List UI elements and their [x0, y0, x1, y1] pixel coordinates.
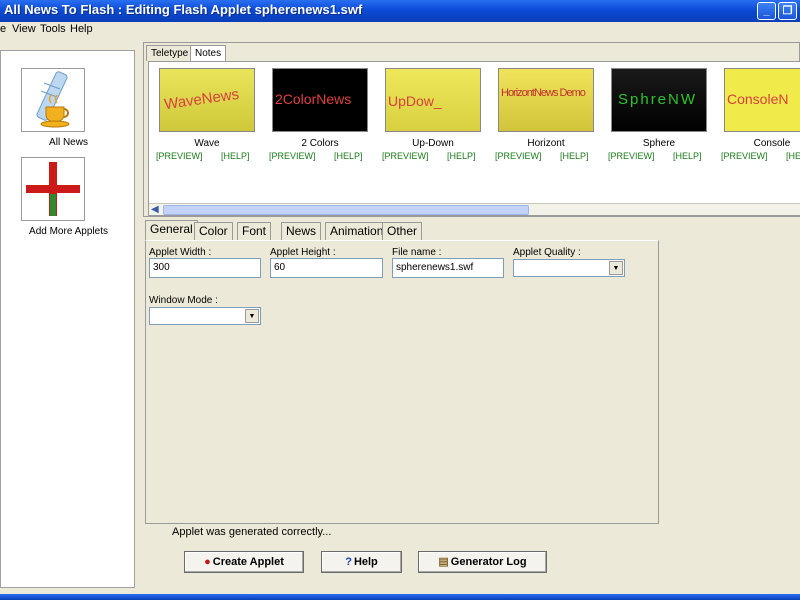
help-link[interactable]: [HELP]: [560, 151, 589, 161]
applet-width-input[interactable]: 300: [149, 258, 261, 278]
sidebar-item-add-more-applets[interactable]: [21, 157, 85, 221]
create-applet-label: Create Applet: [212, 556, 284, 568]
preview-link[interactable]: [PREVIEW]: [156, 151, 203, 161]
applet-name: Sphere: [642, 138, 676, 149]
menu-help[interactable]: Help: [70, 23, 93, 35]
tab-color[interactable]: Color: [194, 222, 233, 240]
applet-name: Wave: [194, 138, 220, 149]
applet-name: Up-Down: [412, 138, 454, 149]
thumb-text: HorizontNews Demo: [501, 87, 586, 99]
horizontal-scrollbar[interactable]: ◀: [149, 203, 800, 215]
chevron-down-icon[interactable]: ▼: [609, 261, 623, 275]
tab-news[interactable]: News: [281, 222, 322, 240]
applet-height-label: Applet Height :: [270, 247, 336, 258]
applet-thumb-console[interactable]: ConsoleN: [724, 68, 800, 132]
applet-thumb-wave[interactable]: WaveNews: [159, 68, 255, 132]
file-name-label: File name :: [392, 247, 442, 258]
applet-thumb-sphere[interactable]: SphreNW: [611, 68, 707, 132]
minimize-button[interactable]: _: [757, 2, 776, 20]
thumb-text: 2ColorNews: [275, 91, 352, 107]
applet-quality-select[interactable]: ▼: [513, 259, 625, 277]
sidebar-item-label: Add More Applets: [29, 226, 108, 237]
preview-link[interactable]: [PREVIEW]: [608, 151, 655, 161]
applet-thumb-up-down[interactable]: UpDow_: [385, 68, 481, 132]
generator-log-button[interactable]: ▤ Generator Log: [418, 551, 547, 573]
preview-link[interactable]: [PREVIEW]: [721, 151, 768, 161]
menu-bar: e View Tools Help: [0, 22, 800, 38]
help-link[interactable]: [HELP]: [447, 151, 476, 161]
scroll-left-icon[interactable]: ◀: [151, 204, 159, 215]
sidebar: All News Add More Applets: [0, 50, 135, 588]
window-mode-select[interactable]: ▼: [149, 307, 261, 325]
scroll-thumb[interactable]: [163, 205, 529, 215]
bottom-border: [0, 594, 800, 600]
applet-thumb-horizont[interactable]: HorizontNews Demo: [498, 68, 594, 132]
red-plus-icon: [26, 162, 80, 216]
title-bar: All News To Flash : Editing Flash Applet…: [0, 0, 800, 22]
applet-name: Console: [753, 138, 791, 149]
help-link[interactable]: [HELP]: [221, 151, 250, 161]
tab-teletype[interactable]: Teletype: [146, 45, 194, 61]
tab-other[interactable]: Other: [382, 222, 423, 240]
tab-general[interactable]: General: [145, 220, 198, 240]
window-title: All News To Flash : Editing Flash Applet…: [4, 2, 363, 17]
applet-thumb-2-colors[interactable]: 2ColorNews: [272, 68, 368, 132]
tab-animation[interactable]: Animation: [325, 222, 389, 240]
question-icon: ?: [345, 556, 352, 568]
help-label: Help: [353, 556, 378, 568]
thumb-text: WaveNews: [163, 85, 241, 114]
applet-width-label: Applet Width :: [149, 247, 212, 258]
tab-notes[interactable]: Notes: [190, 45, 227, 61]
sidebar-item-label: All News: [49, 137, 88, 148]
apple-icon: ●: [204, 556, 211, 568]
help-link[interactable]: [HELP]: [334, 151, 363, 161]
help-link[interactable]: [HELP]: [673, 151, 702, 161]
preview-link[interactable]: [PREVIEW]: [382, 151, 429, 161]
coffee-news-icon: [36, 71, 70, 128]
applet-list: WaveNews Wave [PREVIEW] [HELP] 2ColorNew…: [148, 61, 800, 216]
general-panel: Applet Width : 300 Applet Height : 60 Fi…: [145, 240, 659, 524]
menu-view[interactable]: View: [12, 23, 36, 35]
create-applet-button[interactable]: ● Create Applet: [184, 551, 304, 573]
log-icon: ▤: [438, 556, 449, 568]
applet-quality-label: Applet Quality :: [513, 247, 581, 258]
help-link[interactable]: [HELP]: [786, 151, 800, 161]
thumb-text: ConsoleN: [727, 91, 789, 107]
menu-tools[interactable]: Tools: [40, 23, 66, 35]
chevron-down-icon[interactable]: ▼: [245, 309, 259, 323]
applet-name: 2 Colors: [301, 138, 339, 149]
sidebar-item-all-news[interactable]: [21, 68, 85, 132]
applet-name: Horizont: [527, 138, 565, 149]
thumb-text: UpDow_: [388, 93, 442, 109]
preview-link[interactable]: [PREVIEW]: [269, 151, 316, 161]
applet-gallery: Teletype Notes WaveNews Wave [PREVIEW] […: [143, 42, 800, 217]
thumb-text: SphreNW: [618, 91, 698, 108]
help-button[interactable]: ? Help: [321, 551, 402, 573]
generator-log-label: Generator Log: [450, 556, 527, 568]
maximize-button[interactable]: ❐: [778, 2, 797, 20]
applet-height-input[interactable]: 60: [270, 258, 383, 278]
window-mode-label: Window Mode :: [149, 295, 218, 306]
preview-link[interactable]: [PREVIEW]: [495, 151, 542, 161]
tab-font[interactable]: Font: [237, 222, 272, 240]
menu-file[interactable]: e: [0, 23, 6, 35]
status-text: Applet was generated correctly...: [172, 526, 332, 538]
file-name-input[interactable]: spherenews1.swf: [392, 258, 504, 278]
